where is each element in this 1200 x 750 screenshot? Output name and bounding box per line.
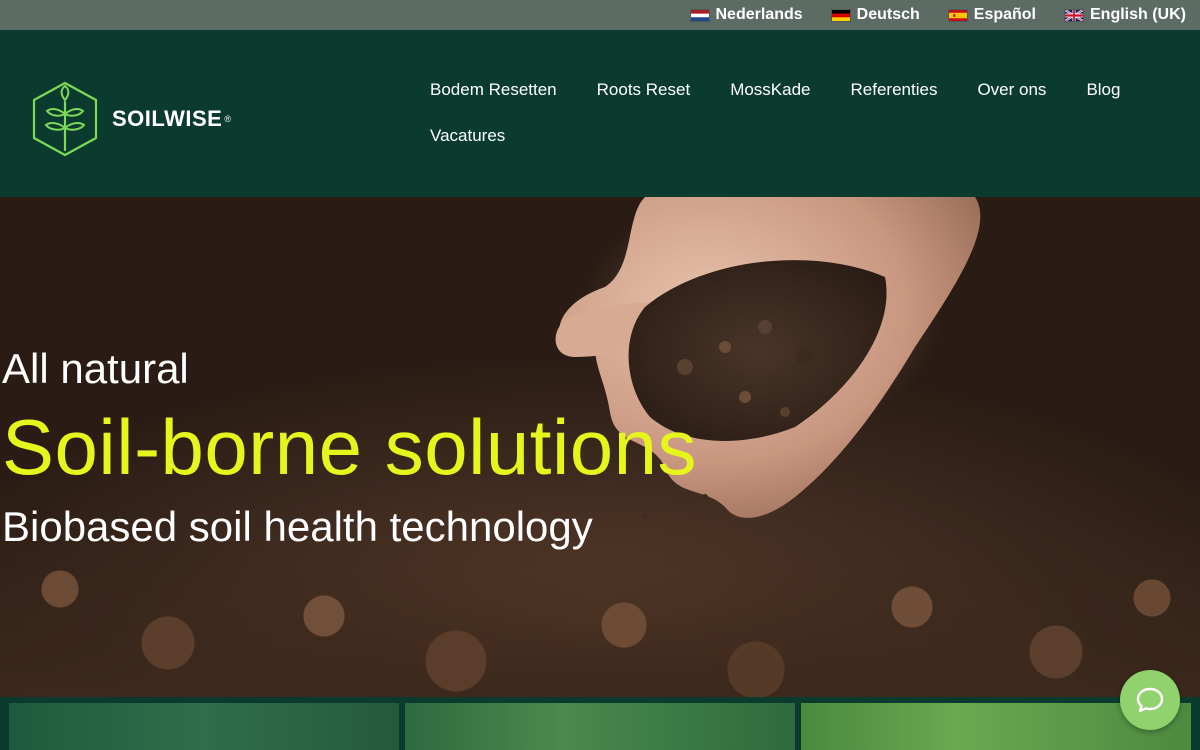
lang-espanol[interactable]: Español: [947, 6, 1036, 24]
nav-item-vacatures[interactable]: Vacatures: [430, 126, 505, 146]
lang-nederlands[interactable]: Nederlands: [689, 6, 803, 24]
feature-card[interactable]: [405, 703, 795, 750]
feature-cards: [0, 697, 1200, 750]
nav-item-over-ons[interactable]: Over ons: [977, 80, 1046, 100]
nav-item-blog[interactable]: Blog: [1086, 80, 1120, 100]
es-flag-icon: [947, 8, 968, 22]
lang-label: Español: [973, 6, 1036, 23]
lang-label: Deutsch: [856, 6, 920, 23]
hero-subtitle: Biobased soil health technology: [2, 503, 593, 550]
de-flag-icon: [830, 8, 851, 22]
nav-item-mosskade[interactable]: MossKade: [730, 80, 810, 100]
lang-english-uk[interactable]: English (UK): [1064, 6, 1186, 24]
site-header: SOILWISE ® Bodem Resetten Roots Reset Mos…: [0, 30, 1200, 197]
nl-flag-icon: [689, 8, 710, 22]
chat-button[interactable]: [1120, 670, 1180, 730]
leaf-hexagon-icon: [32, 81, 98, 157]
lang-label: English (UK): [1090, 6, 1186, 23]
uk-flag-icon: [1064, 8, 1084, 22]
nav-item-referenties[interactable]: Referenties: [851, 80, 938, 100]
hero-kicker: All natural: [2, 345, 189, 392]
nav-item-roots-reset[interactable]: Roots Reset: [597, 80, 691, 100]
feature-card[interactable]: [9, 703, 399, 750]
chat-bubble-icon: [1136, 687, 1164, 713]
hero-banner: All natural Soil-borne solutions Biobase…: [0, 197, 1200, 697]
brand-logo[interactable]: SOILWISE ®: [30, 80, 231, 158]
registered-mark: ®: [224, 114, 231, 124]
brand-name: SOILWISE: [112, 106, 223, 131]
main-nav: Bodem Resetten Roots Reset MossKade Refe…: [430, 80, 1170, 146]
lang-label: Nederlands: [715, 6, 803, 23]
nav-item-bodem-resetten[interactable]: Bodem Resetten: [430, 80, 557, 100]
language-bar: Nederlands Deutsch Español English (UK): [0, 0, 1200, 30]
lang-deutsch[interactable]: Deutsch: [830, 6, 920, 24]
hero-title: Soil-borne solutions: [2, 403, 698, 491]
